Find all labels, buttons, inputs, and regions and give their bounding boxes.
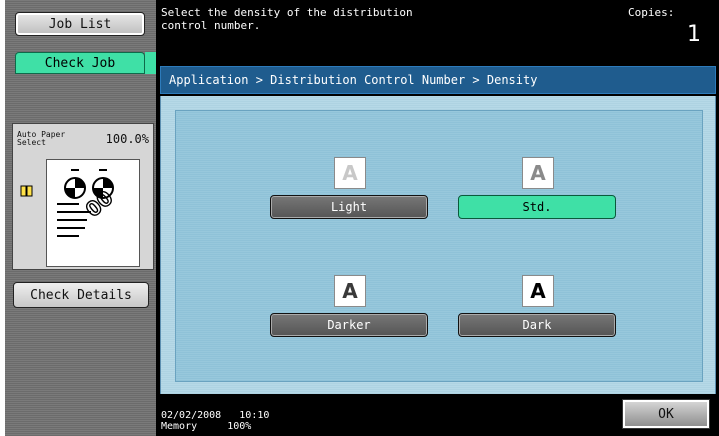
left-sidebar: Job List Check Job Auto Paper Select 100…	[5, 0, 161, 436]
density-sample-dark: A	[522, 275, 554, 307]
density-sample-std: A	[522, 157, 554, 189]
check-job-tab[interactable]: Check Job	[15, 52, 145, 74]
status-bar: 02/02/2008 10:10 Memory 100% OK	[156, 396, 719, 436]
job-list-button[interactable]: Job List	[15, 12, 145, 36]
status-datetime: 02/02/2008 10:10 Memory 100%	[161, 410, 269, 432]
light-button[interactable]: Light	[270, 195, 428, 219]
auto-paper-line2: Select	[17, 138, 46, 147]
message-area: Select the density of the distribution c…	[156, 0, 719, 62]
darker-button[interactable]: Darker	[270, 313, 428, 337]
option-light: A Light	[270, 157, 430, 219]
memory-label: Memory	[161, 421, 198, 432]
density-sample-darker: A	[334, 275, 366, 307]
std-button[interactable]: Std.	[458, 195, 616, 219]
instruction-line2: control number.	[161, 19, 261, 32]
option-std: A Std.	[458, 157, 618, 219]
check-details-button[interactable]: Check Details	[13, 282, 149, 308]
document-layout-icon: 00	[57, 169, 118, 237]
option-darker: A Darker	[270, 275, 430, 337]
content-area: A Light A Std. A Darker A Dark	[160, 96, 716, 394]
copies-label: Copies:	[628, 6, 675, 19]
instruction-line1: Select the density of the distribution	[161, 6, 413, 19]
breadcrumb: Application > Distribution Control Numbe…	[160, 66, 716, 94]
preview-header: Auto Paper Select 100.0%	[13, 124, 153, 154]
auto-paper-select-label: Auto Paper Select	[17, 131, 65, 147]
status-date: 02/02/2008	[161, 410, 222, 421]
paper-tray-icon	[20, 185, 33, 197]
dark-button[interactable]: Dark	[458, 313, 616, 337]
instruction-message: Select the density of the distribution c…	[161, 6, 461, 32]
main-area: Select the density of the distribution c…	[156, 0, 719, 436]
zoom-value: 100.0%	[105, 132, 149, 146]
status-time: 10:10	[239, 410, 270, 421]
option-dark: A Dark	[458, 275, 618, 337]
job-preview-panel: Auto Paper Select 100.0% 00	[12, 123, 154, 270]
density-options-panel: A Light A Std. A Darker A Dark	[175, 110, 703, 382]
copies-count: 1	[687, 22, 701, 47]
memory-value: 100%	[227, 421, 252, 432]
paper-preview: 00	[46, 159, 140, 267]
ok-button[interactable]: OK	[622, 399, 710, 429]
density-sample-light: A	[334, 157, 366, 189]
